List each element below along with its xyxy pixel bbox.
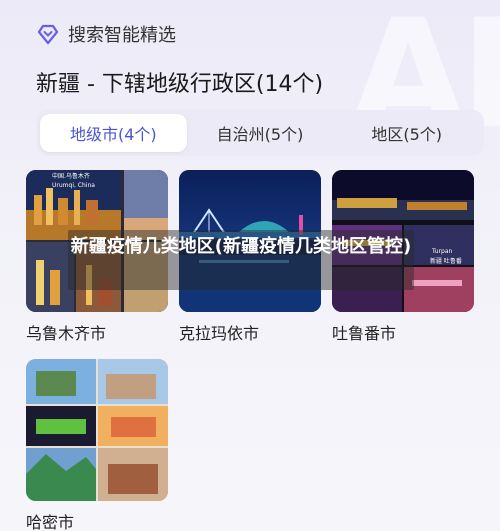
tab-prefecture-city[interactable]: 地级市(4个) xyxy=(40,114,187,152)
photo-caption: 新疆 吐鲁番 xyxy=(430,257,462,265)
tab-autonomous-prefecture[interactable]: 自治州(5个) xyxy=(187,114,334,152)
brand-text: 搜索智能精选 xyxy=(68,25,176,46)
city-photo xyxy=(26,359,168,501)
tab-region[interactable]: 地区(5个) xyxy=(333,114,480,152)
city-name: 乌鲁木齐市 xyxy=(26,324,107,343)
tab-bar: 地级市(4个) 自治州(5个) 地区(5个) xyxy=(36,110,484,156)
overlay-caption: 新疆疫情几类地区(新疆疫情几类地区管控) xyxy=(68,230,414,290)
city-card-hami[interactable]: 哈密市 xyxy=(26,359,168,531)
photo-caption: Turpan xyxy=(431,248,453,255)
diamond-icon xyxy=(37,24,59,45)
brand-header: 搜索智能精选 xyxy=(36,20,176,48)
city-name: 哈密市 xyxy=(26,513,75,531)
photo-caption: 中国.乌鲁木齐 xyxy=(52,172,90,180)
city-name: 克拉玛依市 xyxy=(179,324,260,343)
city-name: 吐鲁番市 xyxy=(332,324,397,343)
page-title: 新疆 - 下辖地级行政区(14个) xyxy=(36,72,324,97)
photo-caption: Urumqi, China xyxy=(52,182,95,189)
